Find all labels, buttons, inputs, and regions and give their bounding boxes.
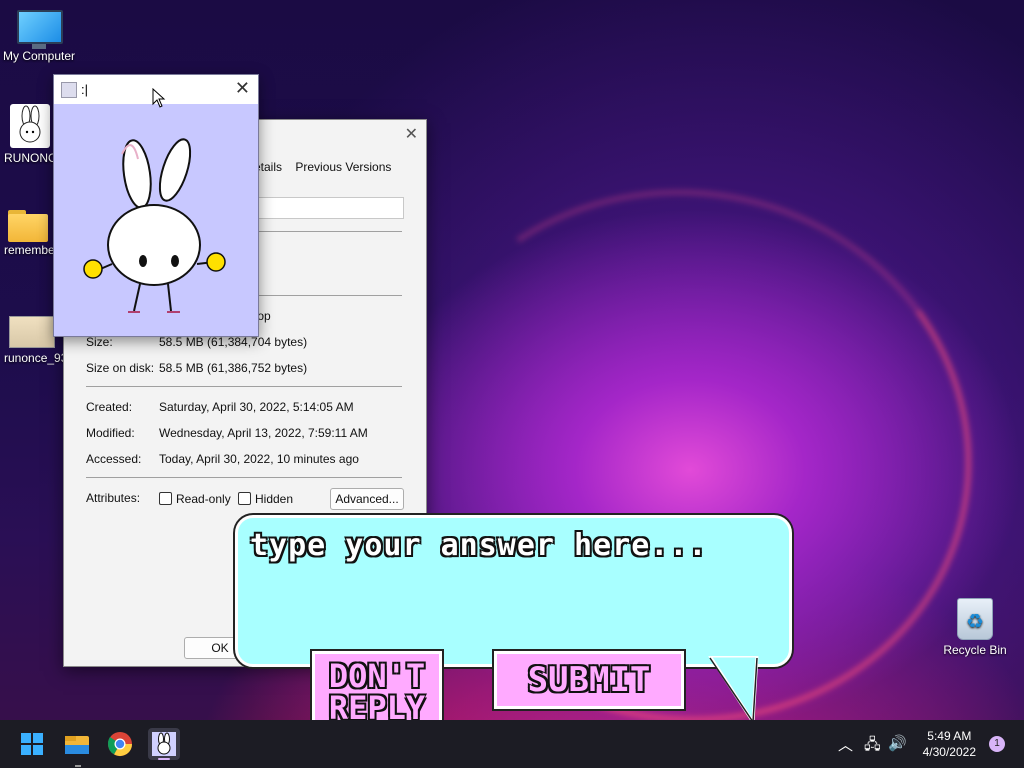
divider [86,477,402,478]
recycle-bin-icon: ♻ [957,598,993,640]
modified-label: Modified: [86,426,135,440]
hidden-label: Hidden [255,492,294,506]
attributes-label: Attributes: [86,491,141,505]
windows-start-icon[interactable] [16,728,48,760]
filename-field[interactable] [256,197,404,219]
folder-icon [8,210,48,242]
desktop-icon-label: Recycle Bin [943,643,1007,657]
submit-button[interactable]: SUBMIT [494,651,684,709]
answer-placeholder[interactable]: type your answer here... [250,528,707,563]
accessed-label: Accessed: [86,452,142,466]
taskbar: ︿ 🖧 🔊 5:49 AM 4/30/2022 1 [0,720,1024,768]
bunny-app-icon[interactable] [148,728,180,760]
mouse-cursor-icon [152,88,166,108]
divider [256,231,402,232]
modified-value: Wednesday, April 13, 2022, 7:59:11 AM [159,426,368,440]
created-label: Created: [86,400,133,414]
desktop-icon-label: runonce_93 [4,351,64,365]
created-row: Created: Saturday, April 30, 2022, 5:14:0… [86,400,354,414]
bunny-window-title: :| [81,82,88,97]
file-explorer-icon[interactable] [61,728,93,760]
bunny-app-icon [61,82,77,98]
running-indicator [75,765,81,767]
size-on-disk-row: Size on disk: 58.5 MB (61,386,752 bytes) [86,361,307,375]
network-icon[interactable]: 🖧 [864,734,881,759]
chevron-up-icon[interactable]: ︿ [838,734,853,755]
image-file-icon [9,316,55,348]
desktop-icon-folder[interactable]: remembe [0,210,56,257]
volume-icon[interactable]: 🔊 [888,734,907,752]
accessed-value: Today, April 30, 2022, 10 minutes ago [159,452,359,466]
close-icon[interactable]: ✕ [235,78,250,99]
properties-tabs: etails Previous Versions [254,160,401,174]
clock-time: 5:49 AM [927,729,972,743]
divider [86,386,402,387]
created-value: Saturday, April 30, 2022, 5:14:05 AM [159,400,354,414]
dont-reply-button[interactable]: DON'T REPLY [312,651,442,727]
bubble-tail [708,656,759,726]
modified-row: Modified: Wednesday, April 13, 2022, 7:59… [86,426,368,440]
divider [256,295,402,296]
hidden-checkbox[interactable]: Hidden [238,492,293,506]
desktop-icon-runonce[interactable]: RUNONC [0,104,60,165]
active-indicator [158,758,170,760]
desktop-icon-label: My Computer [2,49,76,63]
wallpaper-arc [358,144,1014,768]
readonly-checkbox[interactable]: Read-only [159,492,231,506]
bunny-icon [10,104,50,148]
dont-reply-line1: DON'T [328,657,426,695]
chrome-icon[interactable] [104,728,136,760]
monitor-icon [17,10,63,49]
size-on-disk-label: Size on disk: [86,361,155,375]
desktop-icon-recycle-bin[interactable]: ♻ Recycle Bin [938,598,1012,657]
desktop-icon-label: RUNONC [4,151,57,165]
readonly-label: Read-only [176,492,231,506]
bunny-character [83,138,226,313]
advanced-button[interactable]: Advanced... [330,488,404,510]
size-on-disk-value: 58.5 MB (61,386,752 bytes) [159,361,308,375]
answer-input-bubble[interactable]: type your answer here... [235,515,792,667]
system-clock[interactable]: 5:49 AM 4/30/2022 [923,728,976,760]
accessed-row: Accessed: Today, April 30, 2022, 10 minut… [86,452,359,466]
desktop-icon-label: remembe [4,243,55,257]
clock-date: 4/30/2022 [922,745,976,759]
desktop-icon-my-computer[interactable]: My Computer [1,10,77,63]
tab-previous-versions[interactable]: Previous Versions [295,160,391,174]
notification-badge[interactable]: 1 [989,736,1005,752]
checkbox-box[interactable] [238,492,251,505]
checkbox-box[interactable] [159,492,172,505]
close-icon[interactable]: ✕ [405,124,418,144]
bunny-window: :| ✕ [53,74,259,337]
